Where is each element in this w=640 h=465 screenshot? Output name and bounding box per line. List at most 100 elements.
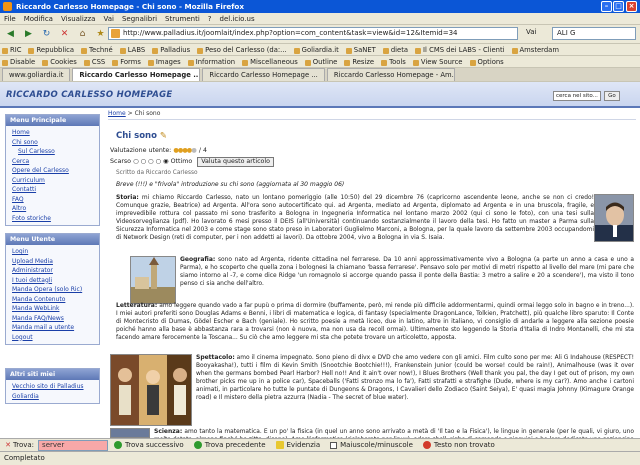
menu-bar: File Modifica Visualizza Vai Segnalibri … [0, 13, 640, 25]
rating-label: Valutazione utente: [110, 147, 172, 154]
vote-button[interactable]: Valuta questo articolo [197, 157, 275, 167]
sidebar-link-home[interactable]: Home [6, 128, 99, 138]
film-collage-photo [110, 354, 192, 426]
sidebar-link-upload-media[interactable]: Upload Media [6, 257, 99, 267]
tab-goliardia[interactable]: www.goliardia.it [2, 68, 71, 81]
highlight-button[interactable]: Evidenzia [275, 441, 320, 449]
sidebar-link-login[interactable]: Login [6, 247, 99, 257]
sidebar-link-manda-weblink[interactable]: Manda WebLink [6, 304, 99, 314]
altri-siti-title: Altri siti miei [6, 369, 99, 380]
close-button[interactable]: × [626, 1, 637, 12]
devtool-disable[interactable]: Disable [0, 58, 40, 66]
site-search-button[interactable]: Go [604, 91, 620, 101]
bookmark-item[interactable]: LABS [118, 46, 150, 54]
vote-high-label: Ottimo [170, 158, 193, 165]
sidebar-link-faq[interactable]: FAQ [6, 195, 99, 205]
sidebar-link-curriculum[interactable]: Curriculum [6, 176, 99, 186]
devtool-css[interactable]: CSS [82, 58, 110, 66]
devtool-information[interactable]: Information [186, 58, 240, 66]
sidebar-link-manda-mail[interactable]: Manda mail a utente [6, 323, 99, 333]
bookmark-item[interactable]: Techné [79, 46, 118, 54]
devtool-outline[interactable]: Outline [303, 58, 343, 66]
sidebar-link-logout[interactable]: Logout [6, 333, 99, 343]
menu-help[interactable]: ? [204, 15, 216, 23]
page-content: RICCARDO CARLESSO HOMEPAGE cerca nel sit… [0, 82, 640, 438]
bookmark-item[interactable]: SaNET [344, 46, 381, 54]
site-search-input[interactable]: cerca nel sito... [553, 91, 601, 101]
close-find-icon[interactable]: ✕ [3, 440, 13, 450]
minimize-button[interactable]: – [601, 1, 612, 12]
devtool-cookies[interactable]: Cookies [40, 58, 82, 66]
edit-pencil-icon[interactable]: ✎ [160, 131, 167, 141]
devtool-resize[interactable]: Resize [342, 58, 379, 66]
menu-strumenti[interactable]: Strumenti [161, 15, 204, 23]
devtool-miscellaneous[interactable]: Miscellaneous [240, 58, 303, 66]
sidebar-link-chi-sono[interactable]: Chi sono [6, 138, 99, 148]
menu-principale-title: Menu Principale [6, 115, 99, 126]
menu-utente: Menu Utente Login Upload Media Administr… [5, 233, 100, 345]
stop-icon[interactable]: ✕ [57, 27, 72, 42]
find-next-button[interactable]: Trova successivo [114, 441, 184, 449]
reload-icon[interactable]: ↻ [39, 27, 54, 42]
menu-file[interactable]: File [0, 15, 20, 23]
landscape-photo [130, 256, 176, 304]
text-geografia: sono nato ad Argenta, ridente cittadina … [180, 257, 634, 287]
match-case-checkbox[interactable]: Maiuscole/minuscole [330, 441, 413, 449]
page-title: Chi sono ✎ [116, 131, 167, 141]
paragraph-geografia: Geografia: sono nato ad Argenta, ridente… [180, 256, 634, 296]
vote-radio-icons[interactable]: ○ ○ ○ ○ ◉ [133, 158, 168, 165]
bookmark-item[interactable]: Goliardia.it [292, 46, 344, 54]
bookmark-item[interactable]: dieta [381, 46, 413, 54]
back-icon[interactable]: ◀ [3, 27, 18, 42]
bookmark-item[interactable]: RIC [0, 46, 26, 54]
search-box[interactable]: ALI G [552, 27, 636, 40]
sidebar-link-sul-carlesso[interactable]: Sul Carlesso [6, 147, 99, 157]
sidebar-link-contatti[interactable]: Contatti [6, 185, 99, 195]
firefox-icon [3, 2, 12, 11]
title-bar: Riccardo Carlesso Homepage - Chi sono - … [0, 0, 640, 13]
paragraph-letteratura: Letteratura: amo leggere quando vado a f… [116, 302, 634, 350]
menu-vai[interactable]: Vai [99, 15, 117, 23]
tab-homepage-3[interactable]: Riccardo Carlesso Homepage - Am... [326, 68, 455, 81]
sidebar-link-opere[interactable]: Opere del Carlesso [6, 166, 99, 176]
menu-segnalibri[interactable]: Segnalibri [118, 15, 161, 23]
devtool-images[interactable]: Images [146, 58, 186, 66]
sidebar-link-dettagli[interactable]: I tuoi dettagli [6, 276, 99, 286]
sidebar-link-foto-storiche[interactable]: Foto storiche [6, 214, 99, 224]
bookmark-item[interactable]: Peso del Carlesso (da:... [195, 46, 292, 54]
bookmark-star-icon[interactable]: ★ [93, 27, 108, 42]
warning-icon [422, 441, 431, 449]
find-previous-button[interactable]: Trova precedente [193, 441, 266, 449]
bookmark-item[interactable]: Repubblica [26, 46, 79, 54]
tab-homepage-active[interactable]: Riccardo Carlesso Homepage ... [72, 68, 201, 81]
bookmarks-toolbar: RIC Repubblica Techné LABS Palladius Pes… [0, 44, 640, 56]
devtool-forms[interactable]: Forms [110, 58, 146, 66]
devtool-view-source[interactable]: View Source [411, 58, 468, 66]
sidebar-link-goliardia[interactable]: Goliardia [6, 392, 99, 402]
menu-visualizza[interactable]: Visualizza [57, 15, 99, 23]
menu-modifica[interactable]: Modifica [20, 15, 57, 23]
breadcrumb-home[interactable]: Home [108, 110, 126, 117]
sidebar-link-vecchio-sito[interactable]: Vecchio sito di Palladius [6, 382, 99, 392]
tab-homepage-2[interactable]: Riccardo Carlesso Homepage ... [202, 68, 325, 81]
bookmark-item[interactable]: Amsterdam [510, 46, 564, 54]
devtool-tools[interactable]: Tools [379, 58, 411, 66]
go-button[interactable]: Vai [526, 28, 536, 36]
devtool-options[interactable]: Options [468, 58, 509, 66]
arrow-down-icon [114, 441, 123, 449]
menu-delicious[interactable]: del.icio.us [216, 15, 259, 23]
address-bar[interactable]: http://www.palladius.it/joomlait/index.p… [108, 27, 518, 40]
find-status: Testo non trovato [422, 441, 495, 449]
sidebar-link-cerca[interactable]: Cerca [6, 157, 99, 167]
sidebar-link-administrator[interactable]: Administrator [6, 266, 99, 276]
home-icon[interactable]: ⌂ [75, 27, 90, 42]
sidebar-link-manda-opera[interactable]: Manda Opera (solo Ric) [6, 285, 99, 295]
find-input[interactable]: server [38, 439, 109, 451]
forward-icon[interactable]: ▶ [21, 27, 36, 42]
sidebar-link-manda-contenuto[interactable]: Manda Contenuto [6, 295, 99, 305]
maximize-button[interactable]: □ [613, 1, 624, 12]
sidebar-link-altro[interactable]: Altro [6, 204, 99, 214]
bookmark-item[interactable]: Palladius [150, 46, 195, 54]
sidebar-link-manda-faq[interactable]: Manda FAQ/News [6, 314, 99, 324]
bookmark-item[interactable]: Il CMS dei LABS - Clienti [413, 46, 509, 54]
